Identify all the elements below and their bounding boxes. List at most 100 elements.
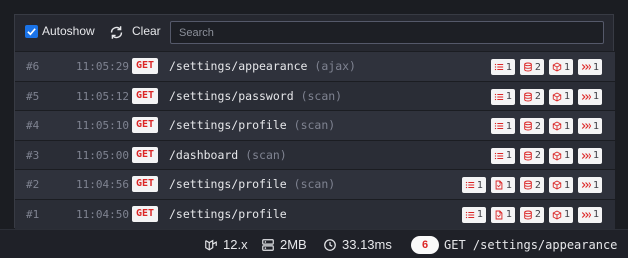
request-path: /settings/appearance bbox=[169, 59, 308, 73]
badge-database: 2 bbox=[519, 147, 544, 164]
http-method-badge: GET bbox=[132, 58, 159, 74]
memory-usage[interactable]: 2MB bbox=[261, 237, 307, 252]
badge-count: 1 bbox=[505, 91, 512, 103]
badge-count: 2 bbox=[534, 150, 541, 162]
request-path-container: /settings/profile (scan) bbox=[169, 177, 335, 191]
badge-count: 1 bbox=[592, 209, 599, 221]
badge-count: 2 bbox=[534, 120, 541, 132]
current-request-label[interactable]: GET /settings/appearance bbox=[444, 238, 617, 252]
badge-cube: 1 bbox=[548, 147, 573, 164]
database-icon bbox=[524, 151, 532, 161]
badge-count: 1 bbox=[563, 120, 570, 132]
request-path-container: /settings/profile (scan) bbox=[169, 118, 335, 132]
request-type-tag: (scan) bbox=[293, 177, 336, 192]
request-duration[interactable]: 33.13ms bbox=[323, 237, 392, 252]
request-row[interactable]: #1 11:04:50 GET/settings/profile 1 1 2 1 1 bbox=[15, 198, 615, 229]
double-chevron-icon bbox=[581, 182, 591, 189]
list-icon bbox=[465, 182, 475, 189]
search-input[interactable] bbox=[170, 21, 604, 44]
collector-badges: 1 1 2 1 1 bbox=[461, 177, 602, 194]
badge-file: 1 bbox=[490, 206, 515, 223]
file-icon bbox=[495, 180, 503, 190]
request-path-container: /settings/appearance (ajax) bbox=[169, 59, 356, 73]
status-bar: 12.x 2MB 33.13ms 6 GET /settings/appeara… bbox=[0, 229, 628, 258]
debugbar-requests-panel: Autoshow Clear #611:05:29GET/settings/ap… bbox=[14, 14, 615, 229]
request-time: 11:05:10 bbox=[76, 119, 129, 133]
badge-count: 1 bbox=[505, 179, 512, 191]
database-icon bbox=[524, 92, 532, 102]
double-chevron-icon bbox=[581, 123, 591, 130]
database-icon bbox=[524, 121, 532, 131]
request-row[interactable]: #6 11:05:29 GET/settings/appearance (ajax)… bbox=[15, 51, 615, 81]
request-path: /dashboard bbox=[169, 147, 239, 162]
request-time: 11:04:56 bbox=[76, 178, 129, 192]
request-time: 11:04:50 bbox=[76, 207, 129, 221]
request-row[interactable]: #5 11:05:12 GET/settings/password (scan) 1 2… bbox=[15, 80, 615, 111]
cube-icon bbox=[552, 121, 562, 131]
badge-count: 1 bbox=[563, 179, 570, 191]
cube-icon bbox=[552, 210, 562, 220]
badge-double-chevron: 1 bbox=[577, 118, 602, 135]
request-row[interactable]: #3 11:05:00 GET/dashboard (scan) 1 2 1 1 bbox=[15, 139, 615, 170]
collector-badges: 1 2 1 1 bbox=[490, 118, 602, 135]
request-path: /settings/profile bbox=[169, 177, 287, 192]
request-id: #4 bbox=[26, 119, 40, 133]
file-icon bbox=[495, 210, 503, 220]
badge-double-chevron: 1 bbox=[577, 147, 602, 164]
memory-text: 2MB bbox=[280, 237, 307, 252]
list-icon bbox=[494, 123, 504, 130]
request-id: #6 bbox=[26, 60, 40, 73]
badge-count: 1 bbox=[592, 91, 599, 103]
badge-count: 1 bbox=[563, 61, 570, 73]
http-method-badge: GET bbox=[132, 205, 159, 222]
collector-badges: 1 2 1 1 bbox=[490, 147, 602, 164]
badge-cube: 1 bbox=[548, 206, 573, 223]
request-path-container: /dashboard (scan) bbox=[169, 148, 287, 162]
list-icon bbox=[494, 152, 504, 159]
double-chevron-icon bbox=[581, 93, 591, 100]
database-icon bbox=[524, 210, 532, 220]
database-icon bbox=[524, 180, 532, 190]
badge-count: 1 bbox=[592, 179, 599, 191]
badge-count: 1 bbox=[592, 150, 599, 162]
autoshow-checkbox[interactable] bbox=[25, 25, 38, 38]
badge-double-chevron: 1 bbox=[577, 206, 602, 223]
request-id: #2 bbox=[26, 178, 40, 192]
request-type-tag: (scan) bbox=[300, 88, 343, 103]
double-chevron-icon bbox=[581, 152, 591, 159]
badge-database: 2 bbox=[519, 206, 544, 223]
double-chevron-icon bbox=[581, 64, 591, 70]
badge-list: 1 bbox=[461, 206, 486, 223]
request-id: #3 bbox=[26, 148, 40, 162]
requests-toolbar: Autoshow Clear bbox=[15, 15, 615, 50]
cube-icon bbox=[552, 180, 562, 190]
request-type-tag: (scan) bbox=[245, 147, 287, 162]
badge-database: 2 bbox=[519, 88, 544, 105]
collector-badges: 1 2 1 1 bbox=[490, 59, 602, 75]
clear-button[interactable]: Clear bbox=[132, 24, 161, 38]
cube-icon bbox=[552, 62, 562, 72]
request-id: #5 bbox=[26, 89, 40, 103]
framework-version[interactable]: 12.x bbox=[204, 237, 248, 252]
badge-cube: 1 bbox=[548, 118, 573, 135]
badge-count: 1 bbox=[476, 179, 483, 191]
request-row[interactable]: #4 11:05:10 GET/settings/profile (scan) 1 2 1… bbox=[15, 110, 615, 140]
badge-count: 1 bbox=[563, 91, 570, 103]
http-method-badge: GET bbox=[132, 146, 159, 163]
badge-count: 1 bbox=[505, 61, 512, 73]
database-icon bbox=[524, 62, 532, 72]
request-path-container: /settings/profile bbox=[169, 207, 287, 221]
request-type-tag: (ajax) bbox=[314, 59, 356, 73]
badge-database: 2 bbox=[519, 177, 544, 194]
autoshow-label[interactable]: Autoshow bbox=[42, 24, 95, 38]
request-count-badge[interactable]: 6 bbox=[411, 236, 439, 254]
badge-count: 1 bbox=[592, 120, 599, 132]
laravel-icon bbox=[205, 239, 217, 250]
badge-cube: 1 bbox=[548, 59, 573, 75]
badge-count: 1 bbox=[505, 209, 512, 221]
request-row[interactable]: #2 11:04:56 GET/settings/profile (scan) 1 1 2… bbox=[15, 169, 615, 199]
http-method-badge: GET bbox=[132, 117, 159, 134]
refresh-icon[interactable] bbox=[108, 24, 125, 41]
double-chevron-icon bbox=[581, 212, 591, 218]
badge-count: 2 bbox=[534, 179, 541, 191]
